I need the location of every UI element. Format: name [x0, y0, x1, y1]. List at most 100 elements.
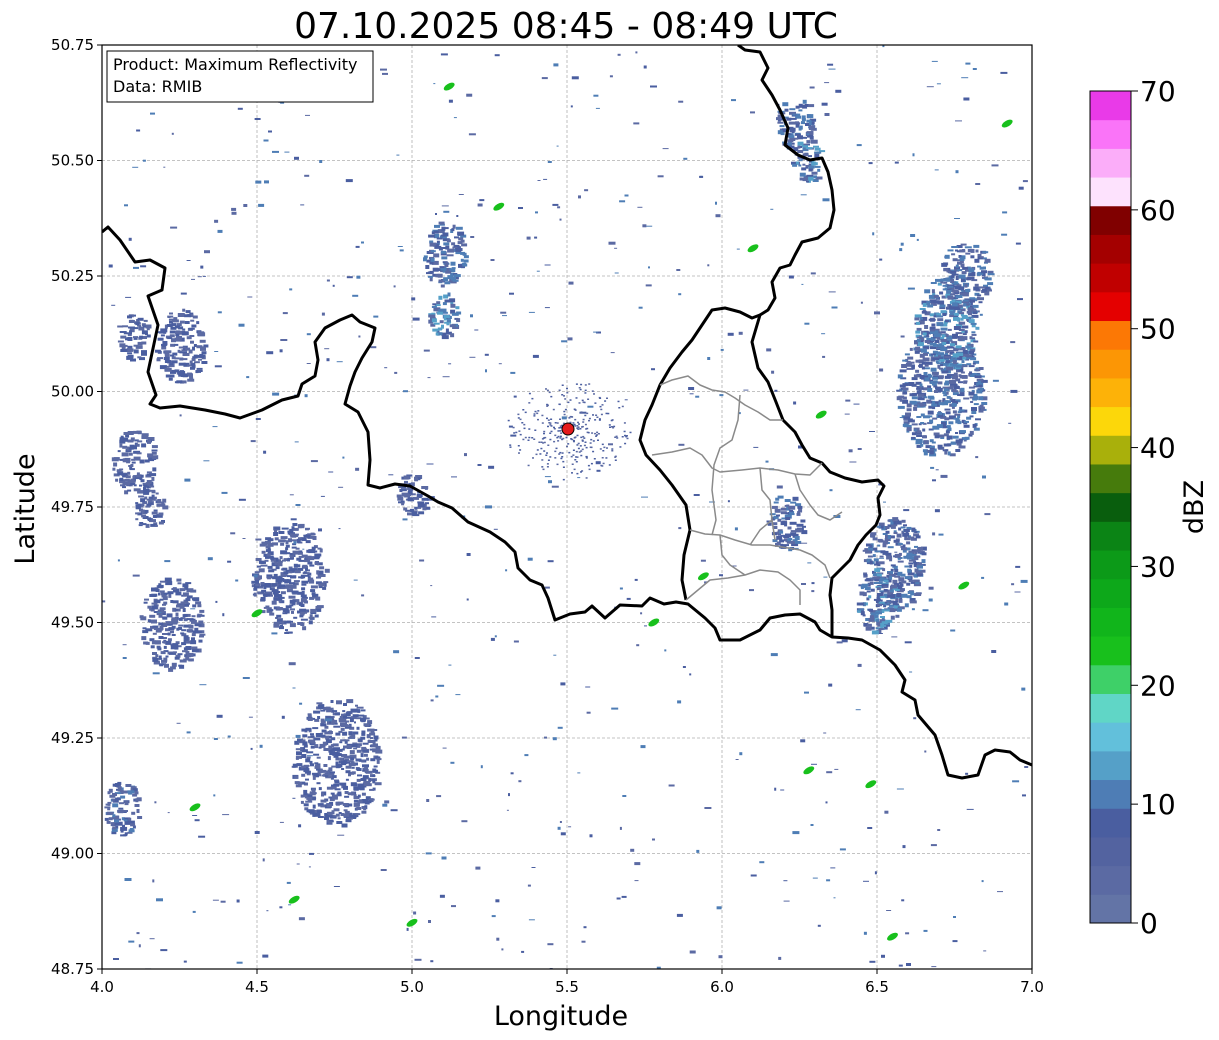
echo-pixel: [797, 141, 804, 146]
echo-pixel: [958, 304, 963, 308]
echo-pixel: [891, 584, 897, 589]
echo-pixel: [954, 385, 959, 389]
echo-pixel: [120, 349, 128, 352]
echo-pixel: [192, 315, 198, 319]
echo-pixel: [125, 475, 131, 479]
echo-pixel: [963, 424, 970, 428]
echo-pixel: [327, 812, 332, 816]
echo-pixel: [437, 273, 443, 278]
echo-pixel: [310, 608, 317, 613]
colorbar-segment: [1090, 205, 1131, 235]
echo-pixel: [165, 374, 171, 378]
echo-pixel: [921, 310, 927, 314]
echo-pixel: [291, 610, 294, 614]
echo-pixel: [116, 469, 122, 473]
echo-pixel: [546, 405, 549, 407]
echo-pixel: [559, 435, 562, 438]
colorbar-tick-label: 30: [1140, 550, 1176, 583]
echo-pixel: [363, 783, 370, 786]
echo-pixel: [313, 753, 320, 756]
echo-pixel: [127, 315, 132, 319]
echo-pixel: [214, 219, 219, 223]
echo-pixel: [288, 662, 296, 666]
echo-pixel: [298, 602, 302, 606]
echo-pixel: [879, 557, 884, 559]
echo-pixel: [574, 436, 577, 438]
echo-pixel: [596, 469, 601, 472]
echo-pixel: [111, 798, 115, 802]
colorbar-segment: [1090, 865, 1131, 895]
echo-pixel: [676, 269, 681, 271]
echo-pixel: [707, 264, 710, 267]
echo-pixel: [117, 781, 122, 785]
echo-pixel: [561, 416, 567, 420]
echo-pixel: [295, 784, 302, 788]
echo-pixel: [696, 849, 700, 853]
echo-pixel: [518, 430, 521, 432]
echo-pixel: [693, 494, 700, 496]
echo-pixel: [293, 616, 298, 619]
echo-pixel: [947, 451, 951, 456]
echo-pixel: [826, 771, 833, 774]
echo-pixel: [559, 437, 562, 439]
echo-pixel: [626, 597, 631, 600]
echo-pixel: [447, 319, 451, 323]
echo-pixel: [124, 820, 131, 825]
echo-pixel: [568, 281, 574, 285]
echo-pixel: [161, 594, 167, 598]
echo-pixel: [305, 567, 308, 571]
colorbar-segment: [1090, 291, 1131, 322]
echo-pixel: [1000, 71, 1008, 74]
echo-pixel: [434, 224, 440, 228]
echo-pixel: [853, 403, 860, 405]
echo-pixel: [933, 333, 941, 338]
echo-pixel: [122, 657, 127, 659]
echo-pixel: [157, 350, 162, 354]
colorbar-segment: [1090, 435, 1131, 465]
echo-pixel: [303, 793, 308, 796]
echo-pixel: [365, 717, 370, 720]
echo-pixel: [750, 111, 755, 114]
echo-pixel: [551, 485, 559, 488]
echo-pixel: [354, 721, 356, 724]
echo-pixel: [1022, 180, 1028, 183]
echo-pixel: [720, 348, 724, 351]
echo-pixel: [787, 141, 792, 146]
echo-pixel: [360, 717, 366, 722]
echo-pixel: [143, 319, 148, 322]
echo-pixel: [917, 393, 924, 397]
echo-pixel: [557, 430, 560, 432]
echo-pixel: [180, 601, 186, 605]
echo-pixel: [421, 486, 429, 489]
echo-pixel: [155, 589, 160, 592]
echo-pixel: [942, 284, 946, 287]
echo-pixel: [451, 905, 456, 908]
echo-pixel: [901, 519, 906, 523]
echo-pixel: [324, 568, 330, 573]
echo-pixel: [948, 285, 954, 288]
radar-site-marker: [561, 422, 575, 436]
echo-pixel: [170, 600, 174, 603]
echo-pixel: [960, 430, 966, 434]
echo-pixel: [938, 533, 944, 536]
echo-pixel: [527, 464, 530, 467]
echo-pixel: [349, 718, 354, 723]
echo-pixel: [458, 194, 464, 195]
echo-pixel: [309, 556, 315, 561]
echo-pixel: [345, 724, 351, 727]
echo-pixel: [107, 808, 111, 811]
echo-pixel: [856, 602, 864, 606]
echo-pixel: [320, 723, 325, 727]
colorbar-tick-label: 70: [1140, 75, 1176, 108]
echo-pixel: [402, 518, 408, 521]
echo-pixel: [902, 544, 906, 548]
echo-pixel: [353, 714, 359, 717]
echo-pixel: [879, 555, 884, 558]
echo-pixel: [566, 387, 568, 390]
echo-pixel: [289, 528, 294, 531]
echo-pixel: [174, 343, 179, 346]
y-axis-ticks: 48.7549.0049.2549.5049.7550.0050.2550.50…: [51, 36, 102, 978]
echo-pixel: [939, 304, 946, 308]
echo-pixel: [538, 441, 541, 443]
echo-pixel: [866, 590, 871, 593]
